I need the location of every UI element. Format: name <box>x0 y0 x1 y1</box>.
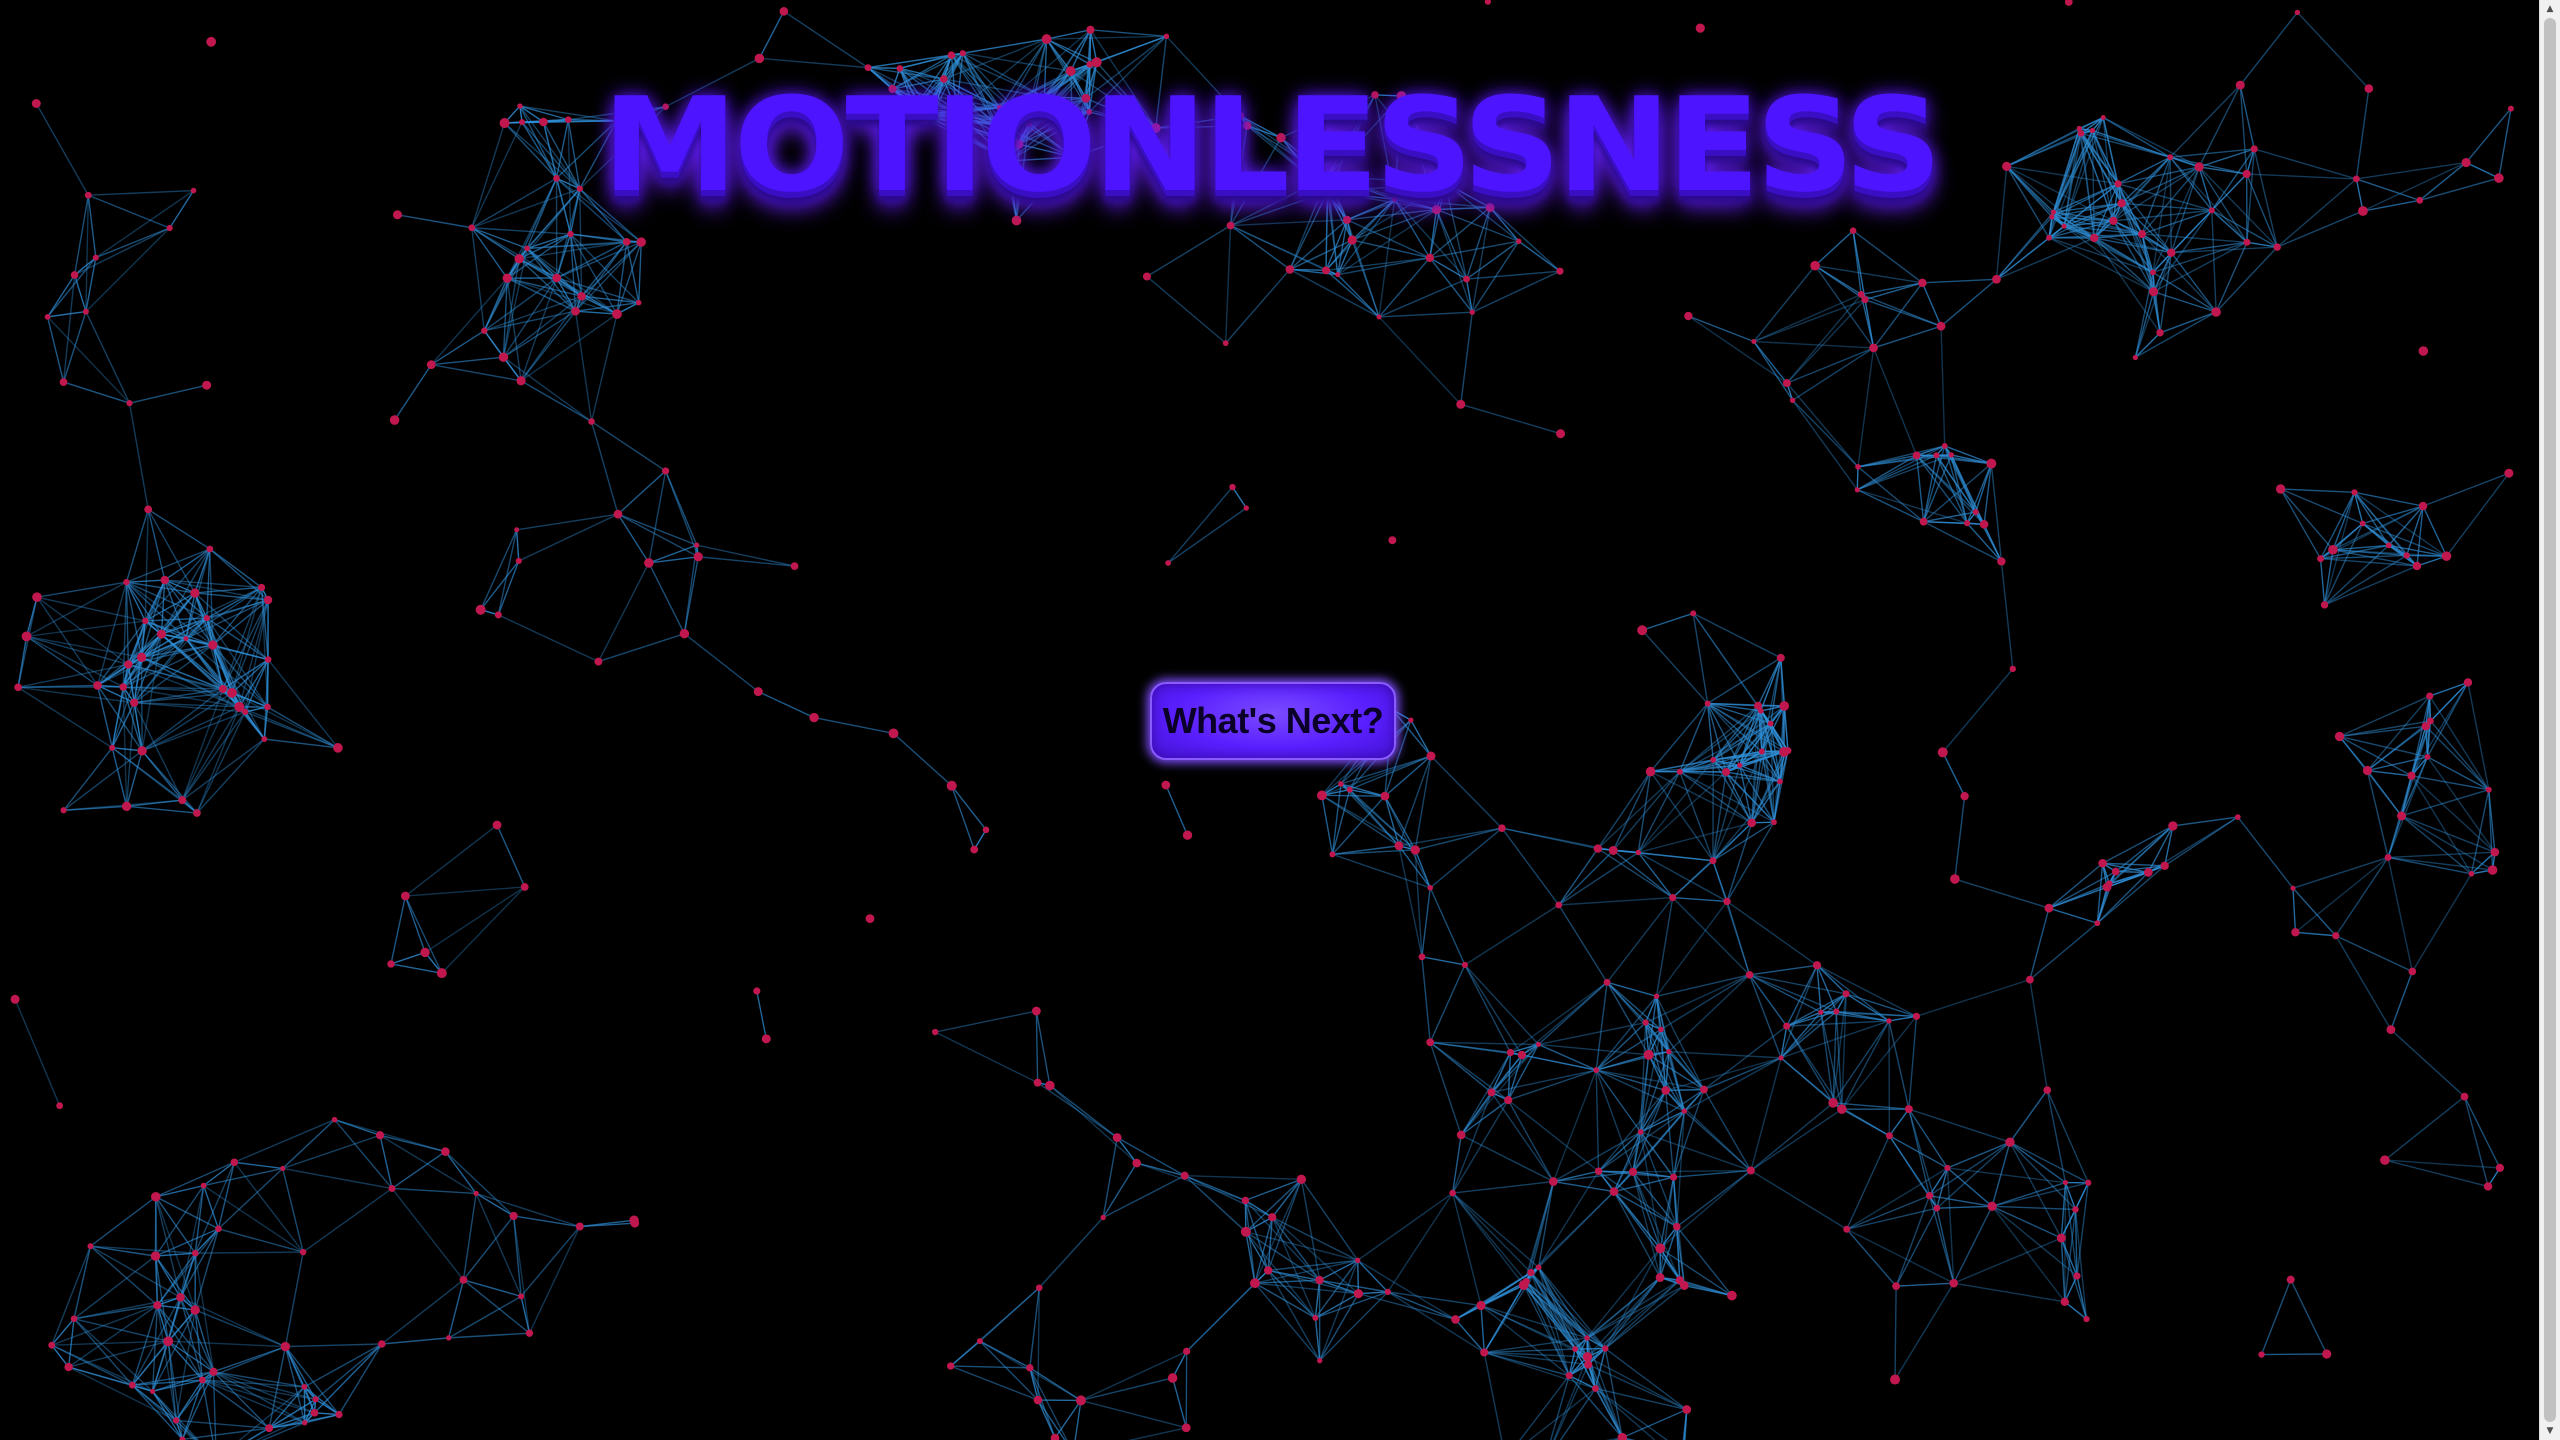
particle-network-page: MOTIONLESSNESS What's Next? ▲ ▼ <box>0 0 2560 1440</box>
page-title: MOTIONLESSNESS <box>602 69 1942 221</box>
scrollbar-thumb[interactable] <box>2544 18 2556 1422</box>
whats-next-button[interactable]: What's Next? <box>1150 682 1396 760</box>
scroll-down-icon[interactable]: ▼ <box>2540 1422 2560 1440</box>
vertical-scrollbar[interactable]: ▲ ▼ <box>2539 0 2560 1440</box>
scroll-up-icon[interactable]: ▲ <box>2540 0 2560 18</box>
